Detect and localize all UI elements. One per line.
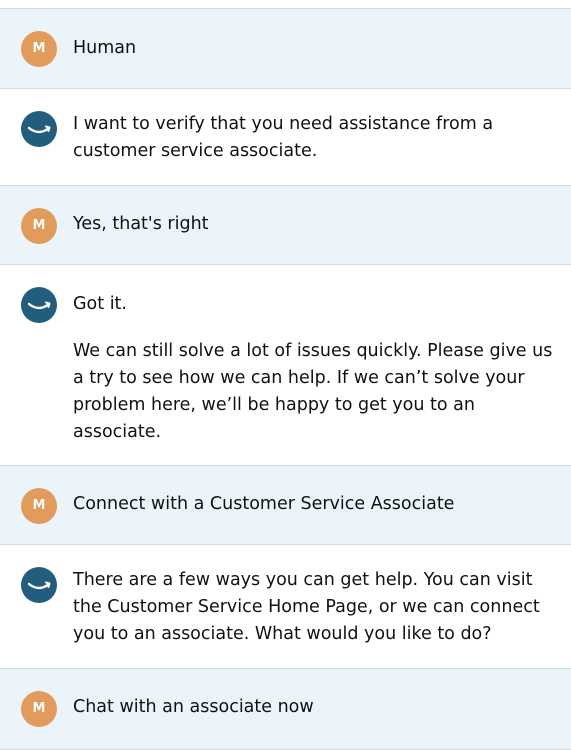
user-message: M Chat with an associate now	[0, 668, 571, 750]
bot-message: Got it. We can still solve a lot of issu…	[0, 264, 571, 465]
bot-message-text: There are a few ways you can get help. Y…	[73, 567, 555, 648]
amazon-smile-icon	[21, 287, 57, 323]
user-avatar: M	[21, 488, 57, 524]
user-avatar: M	[21, 208, 57, 244]
bot-message-paragraph: We can still solve a lot of issues quick…	[73, 341, 553, 442]
user-message-text: Connect with a Customer Service Associat…	[73, 494, 455, 514]
chat-transcript: M Human I want to verify that you need a…	[0, 0, 571, 750]
amazon-smile-icon	[21, 567, 57, 603]
bot-message-text: Got it. We can still solve a lot of issu…	[73, 291, 555, 446]
user-avatar: M	[21, 691, 57, 727]
user-message-text: Yes, that's right	[73, 214, 209, 234]
user-message: M Connect with a Customer Service Associ…	[0, 465, 571, 544]
amazon-smile-icon	[21, 111, 57, 147]
user-message: M Human	[0, 8, 571, 88]
bot-message: There are a few ways you can get help. Y…	[0, 544, 571, 668]
user-message-text: Chat with an associate now	[73, 697, 314, 717]
bot-message-paragraph: There are a few ways you can get help. Y…	[73, 570, 540, 644]
user-message: M Yes, that's right	[0, 185, 571, 264]
bot-message-paragraph: I want to verify that you need assistanc…	[73, 114, 494, 161]
bot-message-paragraph: Got it.	[73, 294, 127, 314]
user-avatar: M	[21, 31, 57, 67]
bot-message: I want to verify that you need assistanc…	[0, 88, 571, 185]
user-message-text: Human	[73, 38, 137, 58]
bot-message-text: I want to verify that you need assistanc…	[73, 111, 555, 165]
